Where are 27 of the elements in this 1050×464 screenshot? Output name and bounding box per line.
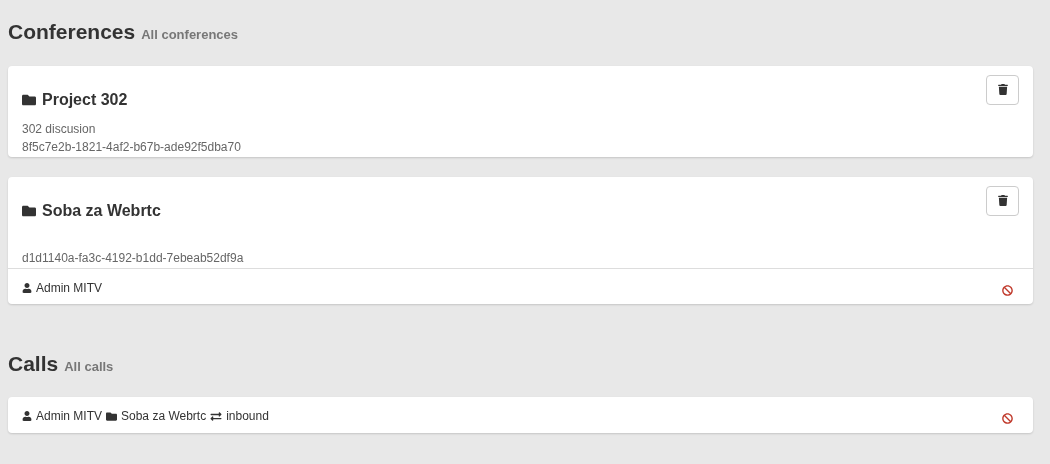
conference-name: Project 302 (42, 89, 128, 110)
call-user: Admin MITV (36, 408, 102, 425)
conference-description: 302 discusion (22, 121, 96, 136)
user-icon (22, 282, 32, 293)
trash-icon (997, 84, 1008, 95)
hangup-button[interactable] (1002, 413, 1013, 424)
conference-id: 8f5c7e2b-1821-4af2-b67b-ade92f5dba70 (22, 139, 241, 154)
ban-icon (1002, 413, 1013, 424)
folder-icon (22, 92, 36, 107)
conference-name: Soba za Webrtc (42, 200, 161, 221)
conference-id: d1d1140a-fa3c-4192-b1dd-7ebeab52df9a (22, 250, 244, 265)
delete-button[interactable] (986, 74, 1019, 105)
trash-icon (997, 195, 1008, 206)
user-icon (22, 411, 32, 421)
member-name: Admin MITV (36, 279, 102, 297)
section-title: Conferences (8, 19, 136, 45)
ban-icon (1002, 284, 1013, 296)
folder-icon (22, 203, 36, 218)
section-subtitle: All calls (64, 357, 114, 376)
section-title: Calls (8, 350, 59, 377)
folder-icon (106, 410, 117, 422)
call-direction: inbound (226, 408, 269, 425)
exchange-icon (210, 410, 223, 422)
remove-button[interactable] (1002, 284, 1013, 296)
call-conference: Soba za Webrtc (121, 408, 207, 425)
section-subtitle: All conferences (141, 26, 239, 44)
delete-button[interactable] (986, 185, 1019, 216)
